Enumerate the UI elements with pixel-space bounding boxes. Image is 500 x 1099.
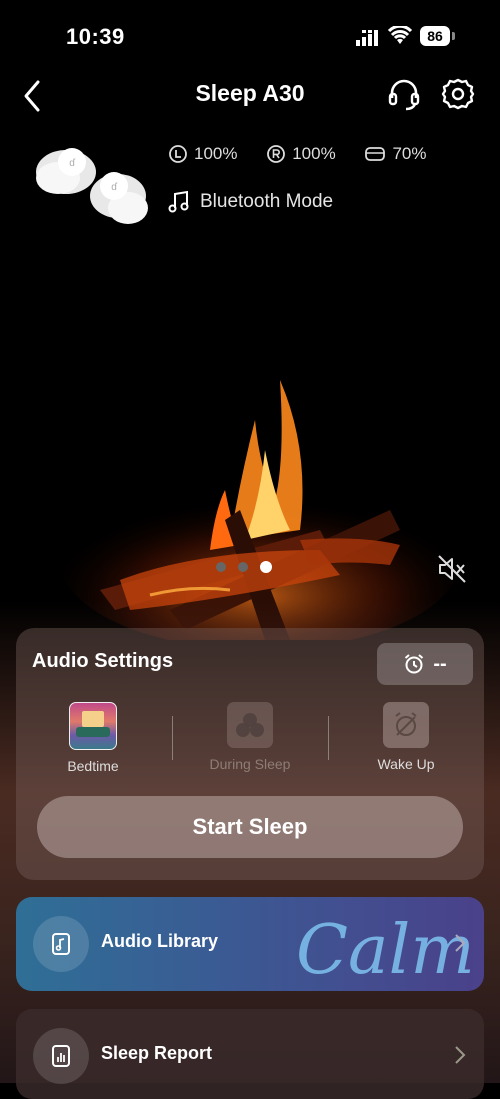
right-battery: 100% <box>266 144 336 164</box>
campfire-scene[interactable] <box>60 360 460 640</box>
wifi-icon <box>388 26 412 44</box>
cellular-signal-icon <box>356 30 378 46</box>
during-sleep-thumbnail <box>227 702 273 748</box>
sleep-report-icon-wrap <box>33 1028 89 1084</box>
case-battery-value: 70% <box>392 144 427 163</box>
carousel-dot-active[interactable] <box>260 561 272 573</box>
mode-during-sleep[interactable]: During Sleep <box>195 702 305 772</box>
audio-library-card[interactable]: Audio Library Calm <box>16 897 484 991</box>
carousel-dot[interactable] <box>216 562 226 572</box>
nav-bar: Sleep A30 <box>0 72 500 120</box>
battery-stats: 100% 100% 70% <box>168 144 450 169</box>
audio-settings-title: Audio Settings <box>32 650 174 672</box>
calm-logo-text: Calm <box>296 911 475 985</box>
divider <box>172 716 173 760</box>
audio-library-label: Audio Library <box>101 931 219 951</box>
connection-mode: Bluetooth Mode <box>168 190 333 214</box>
case-battery: 70% <box>364 144 426 164</box>
start-sleep-button[interactable]: Start Sleep <box>37 796 463 858</box>
timer-value: -- <box>433 652 447 675</box>
bubbles-icon <box>236 713 264 737</box>
left-battery: 100% <box>168 144 237 164</box>
chevron-right-icon <box>455 934 466 952</box>
mode-wake-up[interactable]: Wake Up <box>351 702 461 772</box>
divider <box>328 716 329 760</box>
settings-gear-icon[interactable] <box>440 76 476 112</box>
sleep-timer-button[interactable]: -- <box>377 643 473 685</box>
audio-settings-panel: Audio Settings -- Bedtime During Sleep W… <box>16 628 484 880</box>
right-battery-value: 100% <box>292 144 336 163</box>
case-icon <box>365 147 386 161</box>
status-bar: 10:39 86 <box>0 0 500 72</box>
bedtime-thumbnail <box>69 702 117 750</box>
left-battery-value: 100% <box>194 144 238 163</box>
music-file-icon <box>52 933 70 955</box>
music-note-icon <box>168 190 189 213</box>
mode-label: During Sleep <box>209 756 291 772</box>
battery-indicator: 86 <box>420 26 455 46</box>
alarm-clock-icon <box>405 654 424 674</box>
sleep-stage-modes: Bedtime During Sleep Wake Up <box>16 702 484 774</box>
audio-library-icon-wrap <box>33 916 89 972</box>
status-time: 10:39 <box>66 24 125 49</box>
page-title: Sleep A30 <box>195 80 305 106</box>
mode-label: Bluetooth Mode <box>200 191 334 212</box>
sleep-report-label: Sleep Report <box>101 1043 213 1063</box>
earbuds-image: ɗ ɗ <box>36 148 148 224</box>
calm-logo: Calm <box>296 911 475 985</box>
headset-icon[interactable] <box>386 76 422 112</box>
clock-icon <box>169 145 187 163</box>
mute-icon[interactable] <box>436 553 468 585</box>
wake-up-thumbnail <box>383 702 429 748</box>
mode-label: Wake Up <box>377 756 435 772</box>
report-icon <box>52 1045 70 1067</box>
carousel-dot[interactable] <box>238 562 248 572</box>
sleep-report-card[interactable]: Sleep Report <box>16 1009 484 1099</box>
r-icon <box>267 145 286 163</box>
mode-label: Bedtime <box>67 758 119 774</box>
carousel-dots[interactable] <box>216 561 272 573</box>
chevron-right-icon <box>455 1046 466 1064</box>
alarm-off-icon <box>395 712 417 736</box>
mode-bedtime[interactable]: Bedtime <box>38 702 148 774</box>
